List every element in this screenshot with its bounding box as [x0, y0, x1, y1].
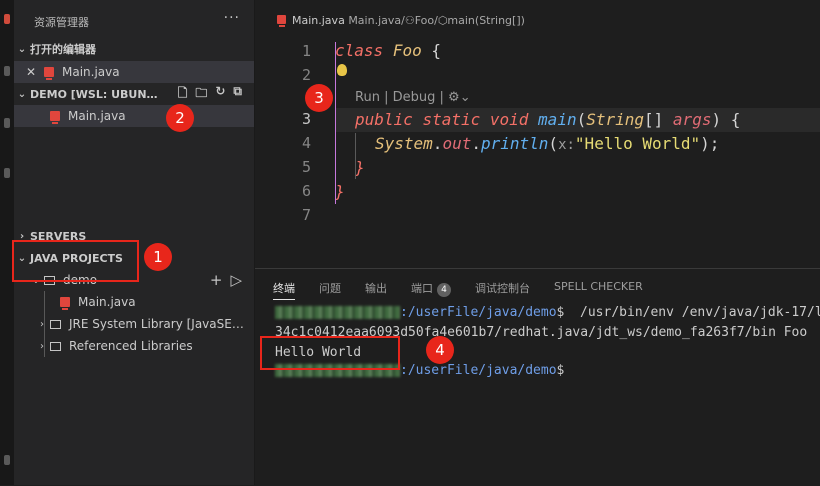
close-icon[interactable]: ✕ — [14, 65, 36, 79]
panel-tabs: 终端 问题 输出 端口 4 调试控制台 SPELL CHECKER — [273, 280, 643, 300]
open-editors-header[interactable]: ⌄ 打开的编辑器 — [14, 38, 254, 60]
collapse-all-icon[interactable]: ⧉ — [233, 84, 242, 105]
jre-label: JRE System Library [JavaSE… — [69, 317, 244, 331]
jre-library-item[interactable]: › JRE System Library [JavaSE… — [14, 313, 254, 335]
run-icon[interactable]: ▷ — [230, 271, 242, 289]
java-file-icon — [60, 297, 70, 310]
ports-count-badge: 4 — [437, 283, 451, 297]
breadcrumb: Main.java Main.java/⚇Foo/⬡main(String[]) — [277, 14, 525, 27]
project-file-item[interactable]: Main.java — [14, 291, 254, 313]
line-number: 6 — [301, 182, 311, 200]
line-number: 7 — [301, 206, 311, 224]
java-file-icon — [50, 111, 60, 124]
library-icon — [50, 319, 61, 329]
open-editors-label: 打开的编辑器 — [30, 43, 96, 56]
more-actions-icon[interactable]: ··· — [224, 10, 240, 26]
project-actions: + ▷ — [210, 271, 242, 289]
class-icon: ⚇ — [404, 14, 415, 27]
chevron-right-icon: › — [40, 318, 44, 330]
account-icon[interactable] — [4, 455, 10, 465]
referenced-libraries-item[interactable]: › Referenced Libraries — [14, 335, 254, 357]
line-number: 2 — [301, 66, 311, 84]
workspace-actions: 🗋 🗀 ↻ ⧉ — [178, 84, 242, 105]
codelens: Run | Debug | ⚙⌄ — [355, 90, 471, 105]
gear-icon[interactable]: ⚙⌄ — [448, 90, 471, 105]
code-line-4: System.out.println(x:"Hello World"); — [375, 134, 720, 153]
source-control-icon[interactable] — [4, 118, 10, 128]
refresh-icon[interactable]: ↻ — [215, 84, 225, 105]
java-file-icon — [44, 67, 54, 80]
redacted-user — [275, 306, 400, 319]
bottom-panel: 终端 问题 输出 端口 4 调试控制台 SPELL CHECKER :/userF… — [255, 268, 820, 486]
workspace-label: DEMO [WSL: UBUN… — [30, 87, 158, 101]
run-codelens[interactable]: Run — [355, 90, 380, 105]
line-number: 5 — [301, 158, 311, 176]
chevron-down-icon: ⌄ — [17, 88, 27, 100]
breadcrumb-method[interactable]: main(String[]) — [447, 14, 524, 27]
breadcrumb-class[interactable]: Foo/ — [415, 14, 438, 27]
line-number: 4 — [301, 134, 311, 152]
library-icon — [50, 341, 61, 351]
annotation-badge-1: 1 — [144, 243, 172, 271]
highlight-java-projects — [12, 240, 139, 282]
refs-label: Referenced Libraries — [69, 339, 193, 353]
code-editor[interactable]: Main.java Main.java/⚇Foo/⬡main(String[])… — [255, 0, 820, 268]
chevron-right-icon: › — [40, 340, 44, 352]
terminal-line-1: :/userFile/java/demo$ /usr/bin/env /env/… — [275, 305, 820, 320]
new-folder-icon[interactable]: 🗀 — [195, 84, 207, 105]
chevron-down-icon: ⌄ — [17, 43, 27, 55]
tab-spell-checker[interactable]: SPELL CHECKER — [554, 280, 643, 300]
breadcrumb-file[interactable]: Main.java — [292, 14, 345, 27]
bracket-guide — [335, 42, 346, 204]
line-number: 3 — [301, 110, 311, 128]
tab-terminal[interactable]: 终端 — [273, 280, 295, 300]
open-editor-filename: Main.java — [62, 65, 120, 79]
annotation-badge-2: 2 — [166, 104, 194, 132]
bracket-guide — [355, 133, 366, 179]
annotation-badge-4: 4 — [426, 336, 454, 364]
highlight-terminal-output — [260, 336, 400, 370]
project-filename: Main.java — [78, 295, 136, 309]
line-number: 1 — [301, 42, 311, 60]
sidebar-title: 资源管理器 — [34, 16, 89, 29]
code-line-3: public static void main(String[] args) { — [355, 110, 741, 129]
tab-problems[interactable]: 问题 — [319, 280, 341, 300]
add-icon[interactable]: + — [210, 271, 223, 289]
tab-output[interactable]: 输出 — [365, 280, 387, 300]
explorer-icon[interactable] — [4, 14, 10, 24]
search-icon[interactable] — [4, 66, 10, 76]
debug-codelens[interactable]: Debug — [393, 90, 436, 105]
java-file-icon — [277, 15, 286, 27]
new-file-icon[interactable]: 🗋 — [178, 84, 188, 105]
method-icon: ⬡ — [437, 14, 448, 27]
tab-debug-console[interactable]: 调试控制台 — [475, 280, 530, 300]
run-debug-icon[interactable] — [4, 168, 10, 178]
open-editor-item[interactable]: ✕ Main.java — [14, 61, 254, 83]
code-line-1: class Foo { — [335, 41, 441, 60]
workspace-header[interactable]: ⌄ DEMO [WSL: UBUN… 🗋 🗀 ↻ ⧉ — [14, 83, 254, 105]
annotation-badge-3: 3 — [305, 84, 333, 112]
breadcrumb-folder[interactable]: Main.java/ — [348, 14, 405, 27]
workspace-file-item[interactable]: Main.java — [14, 105, 254, 127]
workspace-filename: Main.java — [68, 109, 126, 123]
tab-ports[interactable]: 端口 4 — [411, 280, 451, 300]
